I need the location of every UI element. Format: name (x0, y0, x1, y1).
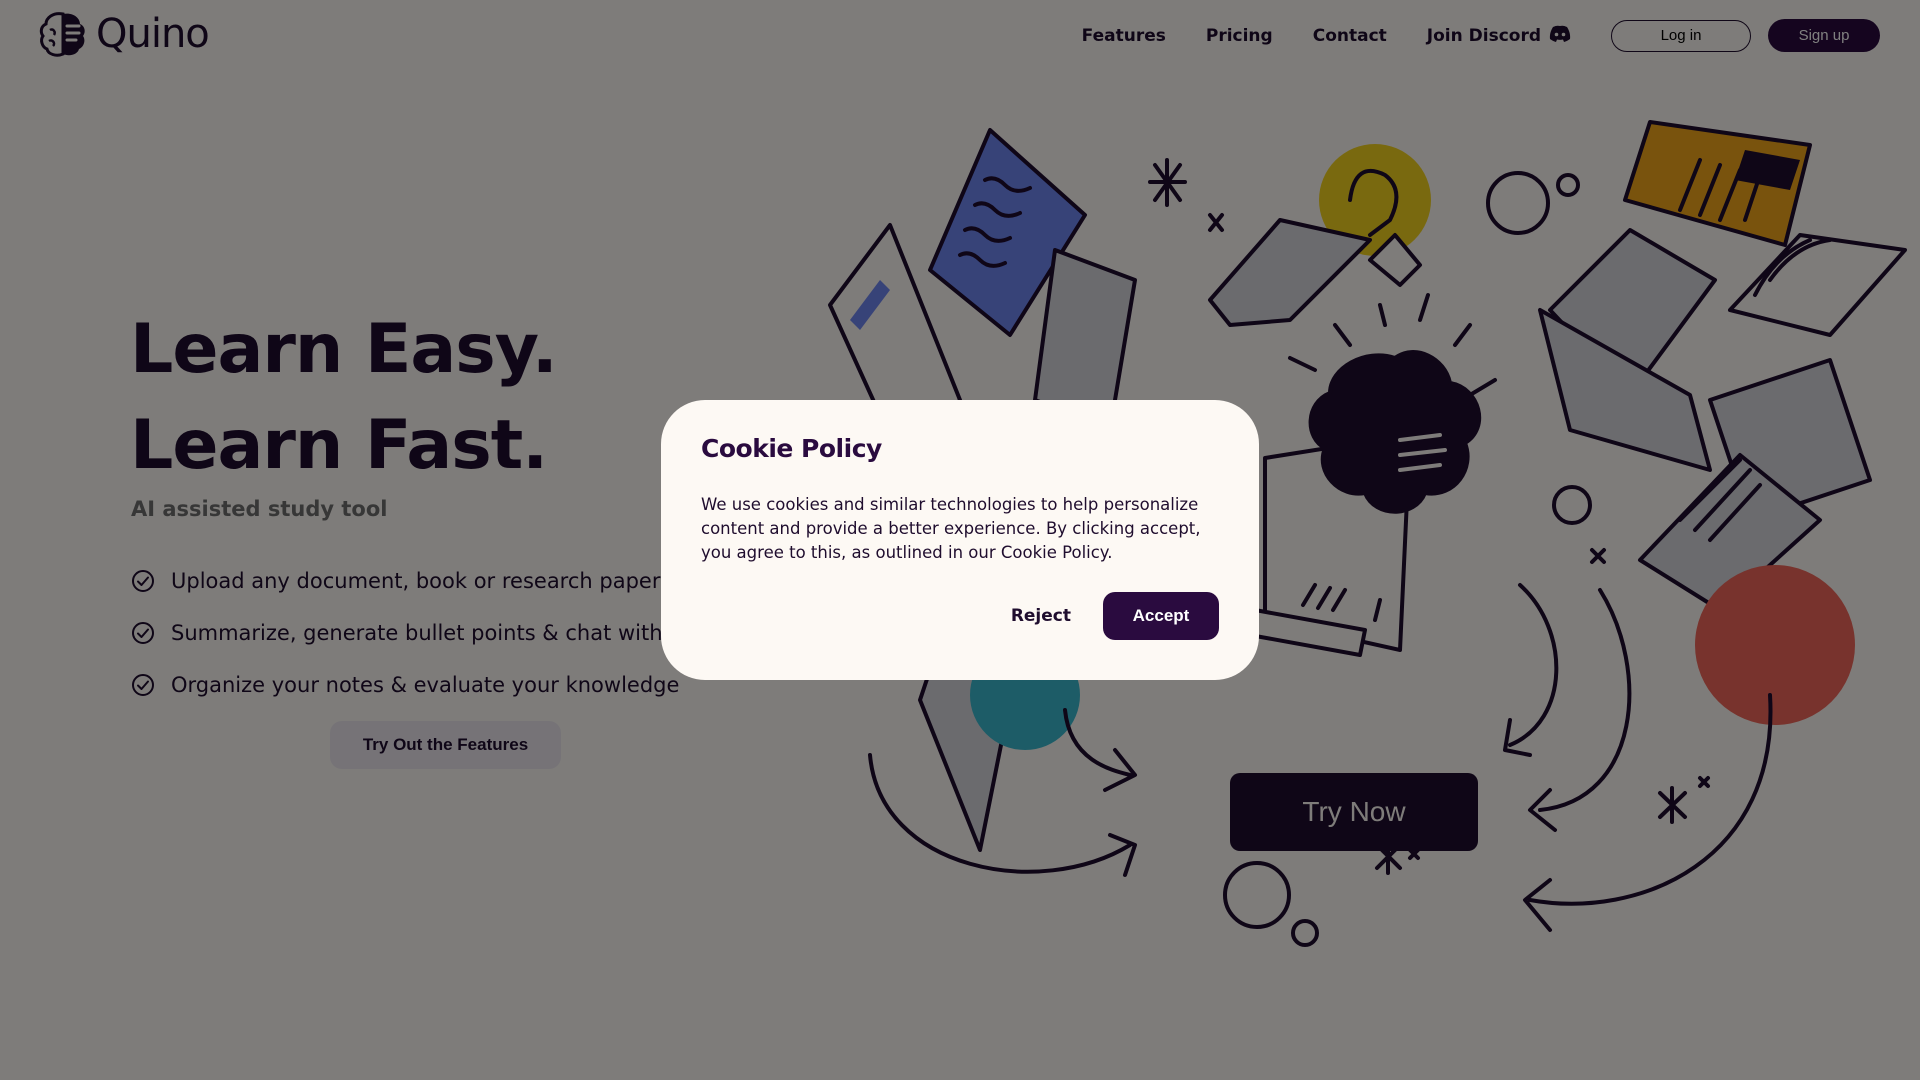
cookie-policy-title: Cookie Policy (701, 434, 882, 463)
cookie-policy-actions: Reject Accept (1011, 592, 1219, 640)
reject-cookies-button[interactable]: Reject (1011, 606, 1071, 626)
landing-page: Quino Features Pricing Contact Join Disc… (0, 0, 1920, 1080)
accept-cookies-button[interactable]: Accept (1103, 592, 1219, 640)
cookie-policy-dialog: Cookie Policy We use cookies and similar… (661, 400, 1259, 680)
cookie-policy-text: We use cookies and similar technologies … (701, 495, 1201, 562)
